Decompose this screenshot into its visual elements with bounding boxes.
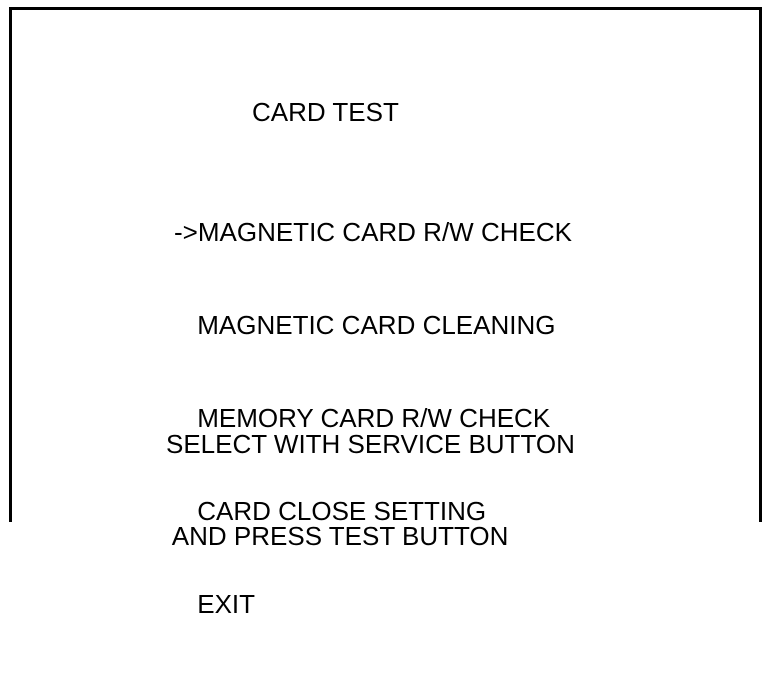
selection-cursor: -> [174, 217, 198, 247]
test-mode-screen: CARD TEST ->MAGNETIC CARD R/W CHECK MAGN… [9, 7, 762, 619]
instructions: SELECT WITH SERVICE BUTTON AND PRESS TES… [166, 367, 575, 613]
menu-item-label: MAGNETIC CARD R/W CHECK [197, 217, 572, 247]
menu-item-magnetic-card-rw-check[interactable]: ->MAGNETIC CARD R/W CHECK [174, 217, 572, 248]
menu-item-magnetic-card-cleaning[interactable]: MAGNETIC CARD CLEANING [174, 310, 572, 341]
instruction-line: AND PRESS TEST BUTTON [166, 521, 509, 551]
menu-item-label: MAGNETIC CARD CLEANING [190, 310, 556, 340]
instruction-line: SELECT WITH SERVICE BUTTON [166, 429, 575, 459]
screen-title: CARD TEST [252, 97, 399, 127]
